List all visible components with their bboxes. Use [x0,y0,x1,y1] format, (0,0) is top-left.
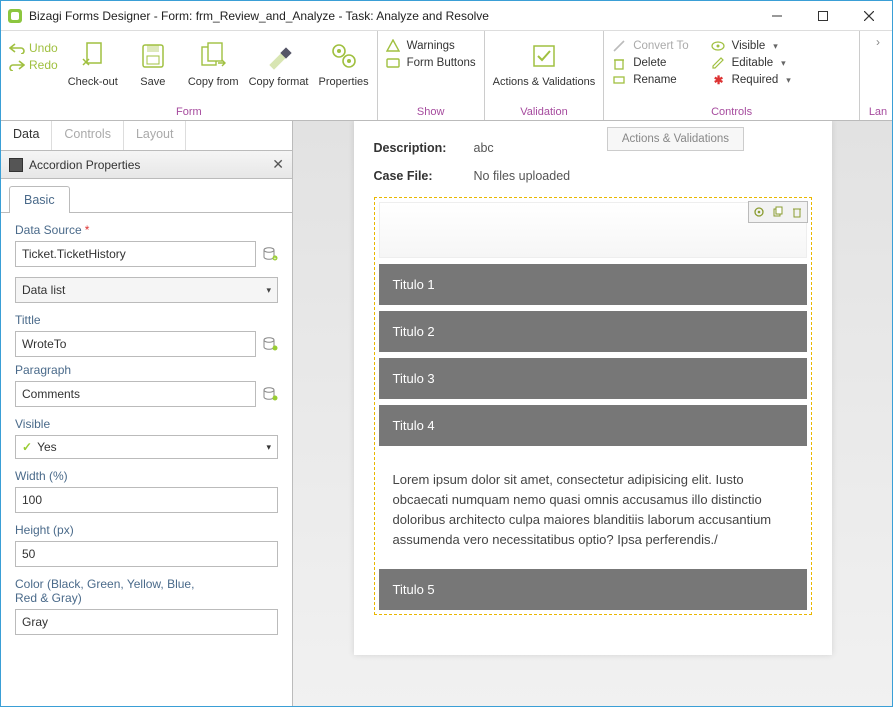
checkout-icon [79,39,107,73]
undo-button[interactable]: Undo [9,41,58,55]
copy-from-icon [198,39,228,73]
convert-to-button[interactable]: Convert To [612,39,688,53]
checkout-button[interactable]: Check-out [68,35,118,88]
editable-dropdown[interactable]: Editable [711,56,791,70]
height-input[interactable] [15,541,278,567]
casefile-value: No files uploaded [474,169,571,183]
width-input[interactable] [15,487,278,513]
eye-icon [711,39,727,53]
casefile-label: Case File: [374,169,474,183]
window-title: Bizagi Forms Designer - Form: frm_Review… [29,9,489,23]
warning-icon [386,39,402,53]
title-input[interactable] [15,331,256,357]
datalist-label: Data list [22,283,65,297]
rename-button[interactable]: Rename [612,73,688,87]
save-icon [139,39,167,73]
actions-validations-tooltip: Actions & Validations [607,127,744,151]
copy-from-button[interactable]: Copy from [188,35,239,88]
delete-button[interactable]: Delete [612,56,688,70]
title-label: Tittle [15,313,278,327]
asterisk-icon: ✱ [711,73,727,87]
properties-icon [329,39,359,73]
datalist-dropdown[interactable]: Data list ▾ [15,277,278,303]
ribbon-group-lan-label: Lan [868,106,888,118]
minimize-button[interactable] [754,1,800,30]
wand-icon [612,39,628,53]
title-db-picker-icon[interactable] [262,336,278,352]
description-row: Description: abc [374,141,812,155]
tab-controls[interactable]: Controls [52,121,124,150]
svg-text:+: + [274,256,277,262]
actions-validations-button[interactable]: Actions & Validations [493,35,596,88]
check-icon [529,39,559,73]
basic-tab[interactable]: Basic [9,186,70,213]
left-panel: Data Controls Layout Accordion Propertie… [1,121,293,706]
color-label: Color (Black, Green, Yellow, Blue, Red &… [15,577,215,605]
paragraph-label: Paragraph [15,363,278,377]
paragraph-input[interactable] [15,381,256,407]
canvas-area: Actions & Validations Description: abc C… [293,121,892,706]
warnings-button[interactable]: Warnings [386,39,476,53]
db-picker-icon[interactable]: + [262,246,278,262]
copy-format-button[interactable]: Copy format [249,35,309,88]
accordion-header[interactable]: Titulo 4 [379,405,807,446]
gear-icon[interactable] [750,203,768,221]
ribbon-group-show-label: Show [386,106,476,118]
visible-dropdown[interactable]: Visible [711,39,791,53]
properties-header: Accordion Properties ✕ [1,151,292,179]
accordion-header[interactable]: Titulo 2 [379,311,807,352]
ribbon-group-validation-label: Validation [493,106,596,118]
redo-button[interactable]: Redo [9,58,58,72]
title-bar: Bizagi Forms Designer - Form: frm_Review… [1,1,892,31]
paragraph-db-picker-icon[interactable] [262,386,278,402]
delete-icon[interactable] [788,203,806,221]
accordion-header[interactable]: Titulo 1 [379,264,807,305]
rename-icon [612,73,628,87]
trash-icon [612,56,628,70]
description-value: abc [474,141,494,155]
close-button[interactable] [846,1,892,30]
datasource-label: Data Source* [15,223,278,237]
accordion-container[interactable]: Titulo 1 Titulo 2 Titulo 3 Titulo 4 Lore… [374,197,812,615]
close-properties-button[interactable]: ✕ [272,156,284,173]
properties-title: Accordion Properties [29,158,140,172]
save-button[interactable]: Save [128,35,178,88]
accordion-header[interactable]: Titulo 3 [379,358,807,399]
undo-label: Undo [29,41,58,55]
height-label: Height (px) [15,523,278,537]
datasource-input[interactable] [15,241,256,267]
form-buttons-icon [386,56,402,70]
ribbon-more-button[interactable]: › [868,35,888,49]
accordion-header[interactable]: Titulo 5 [379,569,807,610]
casefile-row: Case File: No files uploaded [374,169,812,183]
copy-format-icon [264,39,294,73]
ribbon-group-controls-label: Controls [612,106,851,118]
redo-label: Redo [29,58,58,72]
ribbon: Undo Redo Check-out Save Copy from [1,31,892,121]
required-dropdown[interactable]: ✱ Required [711,73,791,87]
accordion-icon [9,158,23,172]
accordion-body: Lorem ipsum dolor sit amet, consectetur … [379,452,807,569]
properties-button[interactable]: Properties [319,35,369,88]
color-input[interactable] [15,609,278,635]
ribbon-group-form-label: Form [9,106,369,118]
tab-layout[interactable]: Layout [124,121,187,150]
copy-icon[interactable] [769,203,787,221]
form-canvas[interactable]: Description: abc Case File: No files upl… [354,121,832,655]
accordion-drop-area[interactable] [379,202,807,258]
visible-label: Visible [15,417,278,431]
pencil-icon [711,56,727,70]
visible-select[interactable]: ✓Yes ▾ [15,435,278,459]
maximize-button[interactable] [800,1,846,30]
tab-data[interactable]: Data [1,121,52,150]
app-logo-icon [7,8,23,24]
description-label: Description: [374,141,474,155]
width-label: Width (%) [15,469,278,483]
form-buttons-button[interactable]: Form Buttons [386,56,476,70]
